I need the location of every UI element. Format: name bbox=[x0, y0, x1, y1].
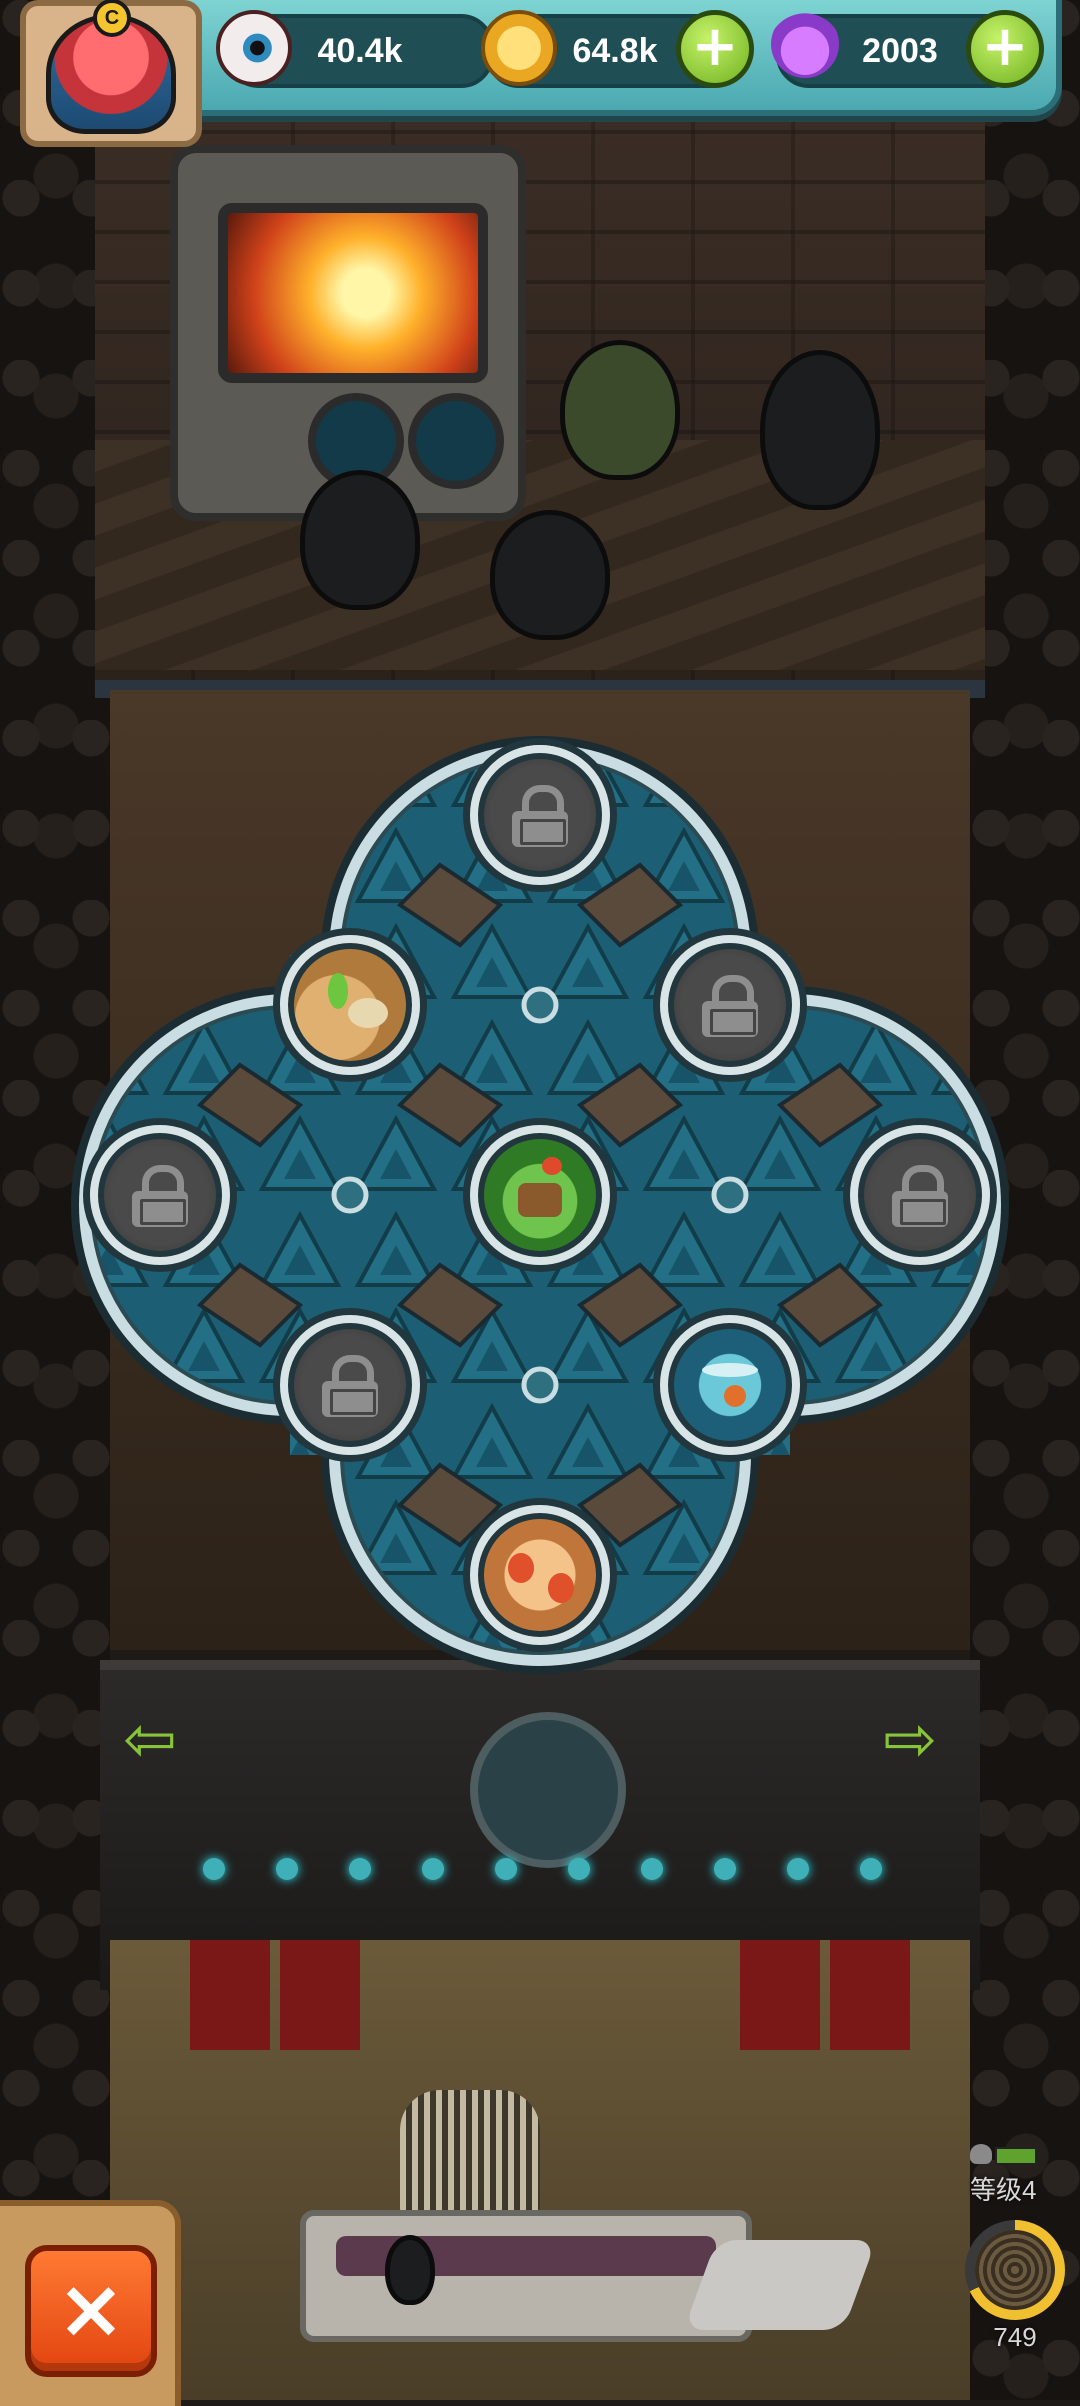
indicator-light bbox=[641, 1858, 663, 1880]
lock-icon bbox=[702, 975, 758, 1037]
resource-bar: 40.4k 64.8k + 2003 + bbox=[170, 0, 1062, 116]
map-node-left[interactable] bbox=[90, 1125, 230, 1265]
flame-icon bbox=[548, 1573, 574, 1603]
close-button[interactable]: × bbox=[25, 2245, 157, 2377]
arrow-left-icon[interactable]: ⇦ bbox=[105, 1700, 195, 1780]
red-banner bbox=[740, 1940, 820, 2050]
worker-creature bbox=[490, 510, 610, 640]
map-node-lower-left[interactable] bbox=[280, 1315, 420, 1455]
map-node-water[interactable] bbox=[660, 1315, 800, 1455]
map-node-forest[interactable] bbox=[470, 1125, 610, 1265]
map-node-lava[interactable] bbox=[470, 1505, 610, 1645]
lock-icon bbox=[892, 1165, 948, 1227]
skull-icon bbox=[970, 2144, 992, 2164]
red-banner bbox=[190, 1940, 270, 2050]
map-node-top[interactable] bbox=[470, 745, 610, 885]
rank-badge-icon: C bbox=[93, 0, 131, 37]
lock-icon bbox=[512, 785, 568, 847]
fish-icon bbox=[702, 1363, 758, 1377]
eyeball-icon bbox=[216, 10, 292, 86]
world-map-board bbox=[60, 725, 1020, 1685]
mushroom-icon bbox=[542, 1157, 562, 1175]
indicator-light bbox=[860, 1858, 882, 1880]
monster-face-icon: C bbox=[46, 0, 176, 134]
eyes-value: 40.4k bbox=[317, 31, 403, 70]
red-banner bbox=[280, 1940, 360, 2050]
furnace-gauge bbox=[408, 393, 504, 489]
lounge-chair bbox=[683, 2240, 877, 2330]
arrow-right-icon[interactable]: ⇨ bbox=[865, 1700, 955, 1780]
fish-icon bbox=[724, 1385, 746, 1407]
cactus-icon bbox=[328, 973, 348, 1009]
coins-value: 64.8k bbox=[572, 31, 658, 70]
add-potions-button[interactable]: + bbox=[966, 10, 1044, 88]
indicator-light bbox=[495, 1858, 517, 1880]
indicator-light bbox=[787, 1858, 809, 1880]
indicator-light bbox=[568, 1858, 590, 1880]
level-points: 749 bbox=[993, 2322, 1037, 2352]
idol-statue bbox=[400, 2090, 540, 2220]
furnace-fire bbox=[218, 203, 488, 383]
bathtub bbox=[300, 2210, 752, 2342]
worker-creature bbox=[300, 470, 420, 610]
potions-value: 2003 bbox=[862, 31, 938, 70]
level-label: 等级4 bbox=[970, 2175, 1037, 2205]
portal-icon bbox=[975, 2230, 1055, 2310]
map-node-upper-right[interactable] bbox=[660, 935, 800, 1075]
worker-creature bbox=[760, 350, 880, 510]
indicator-light bbox=[276, 1858, 298, 1880]
player-avatar[interactable]: C bbox=[20, 0, 202, 147]
skull-icon bbox=[348, 998, 388, 1028]
red-banner bbox=[830, 1940, 910, 2050]
map-node-desert[interactable] bbox=[280, 935, 420, 1075]
indicator-light bbox=[349, 1858, 371, 1880]
small-creature bbox=[385, 2235, 435, 2305]
lock-icon bbox=[322, 1355, 378, 1417]
potion-icon bbox=[771, 10, 839, 78]
worker-creature bbox=[560, 340, 680, 480]
flame-icon bbox=[508, 1553, 534, 1583]
indicator-light bbox=[714, 1858, 736, 1880]
indicator-light bbox=[422, 1858, 444, 1880]
level-progress-ring[interactable] bbox=[965, 2220, 1065, 2320]
indicator-light bbox=[203, 1858, 225, 1880]
map-node-right[interactable] bbox=[850, 1125, 990, 1265]
furnace bbox=[170, 145, 526, 521]
tree-stump-icon bbox=[518, 1183, 562, 1217]
add-coins-button[interactable]: + bbox=[676, 10, 754, 88]
coin-icon bbox=[481, 10, 557, 86]
level-bar bbox=[995, 2147, 1037, 2165]
lock-icon bbox=[132, 1165, 188, 1227]
machine-hub bbox=[470, 1712, 626, 1868]
